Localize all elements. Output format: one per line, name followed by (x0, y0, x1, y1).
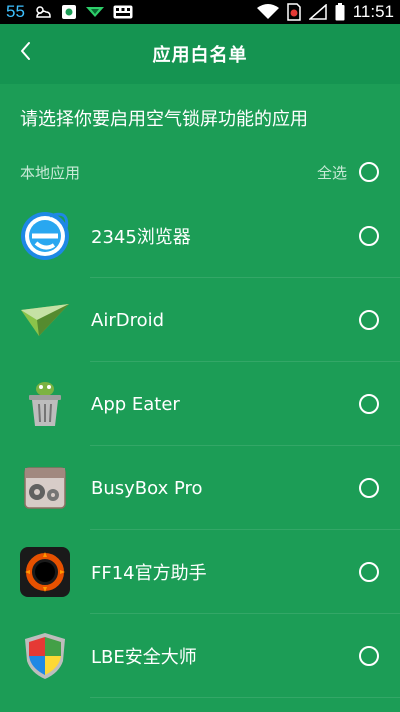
page-title: 应用白名单 (152, 45, 248, 66)
app-bar: 应用白名单 (0, 24, 400, 84)
trash-bin-icon (19, 378, 71, 430)
keyboard-icon (113, 5, 133, 19)
section-header: 本地应用 全选 (0, 155, 400, 189)
status-time: 11:51 (352, 2, 394, 21)
app-select-radio[interactable] (359, 478, 379, 498)
app-name: 2345浏览器 (91, 227, 191, 248)
list-item[interactable]: FF14官方助手 (0, 530, 400, 614)
section-label: 本地应用 (20, 163, 81, 182)
select-all-toggle[interactable]: 全选 (317, 162, 379, 183)
app-list: 2345浏览器 AirDroid App Eater BusyBox Pro F… (0, 194, 400, 698)
status-number: 55 (6, 2, 25, 21)
app-select-radio[interactable] (359, 394, 379, 414)
wifi-icon (256, 4, 279, 20)
app-notification-icon (61, 4, 77, 20)
chevron-left-icon (18, 40, 32, 66)
download-icon (85, 5, 105, 19)
paper-plane-icon (19, 294, 71, 346)
shield-icon (19, 630, 71, 682)
status-bar: 55 11:51 (0, 0, 400, 24)
app-name: App Eater (91, 393, 180, 415)
battery-icon (335, 3, 345, 21)
instruction-text: 请选择你要启用空气锁屏功能的应用 (20, 109, 308, 130)
browser-e-icon (19, 210, 71, 262)
app-name: BusyBox Pro (91, 477, 203, 499)
app-select-radio[interactable] (359, 562, 379, 582)
app-select-radio[interactable] (359, 310, 379, 330)
status-right: 11:51 (256, 2, 400, 22)
list-item[interactable]: BusyBox Pro (0, 446, 400, 530)
back-button[interactable] (10, 38, 40, 68)
list-item[interactable]: App Eater (0, 362, 400, 446)
app-name: FF14官方助手 (91, 563, 207, 584)
list-item[interactable]: AirDroid (0, 278, 400, 362)
dark-ring-icon (19, 546, 71, 598)
status-left: 55 (0, 2, 133, 22)
app-name: AirDroid (91, 309, 165, 331)
weather-cloud-icon (33, 4, 53, 20)
select-all-label: 全选 (316, 163, 347, 182)
app-select-radio[interactable] (359, 646, 379, 666)
list-item[interactable]: LBE安全大师 (0, 614, 400, 698)
app-name: LBE安全大师 (91, 647, 197, 668)
signal-icon (308, 4, 327, 20)
list-item[interactable]: 2345浏览器 (0, 194, 400, 278)
select-all-radio[interactable] (359, 162, 379, 182)
app-select-radio[interactable] (359, 226, 379, 246)
sim-blocked-icon (286, 3, 301, 21)
gears-box-icon (19, 462, 71, 514)
